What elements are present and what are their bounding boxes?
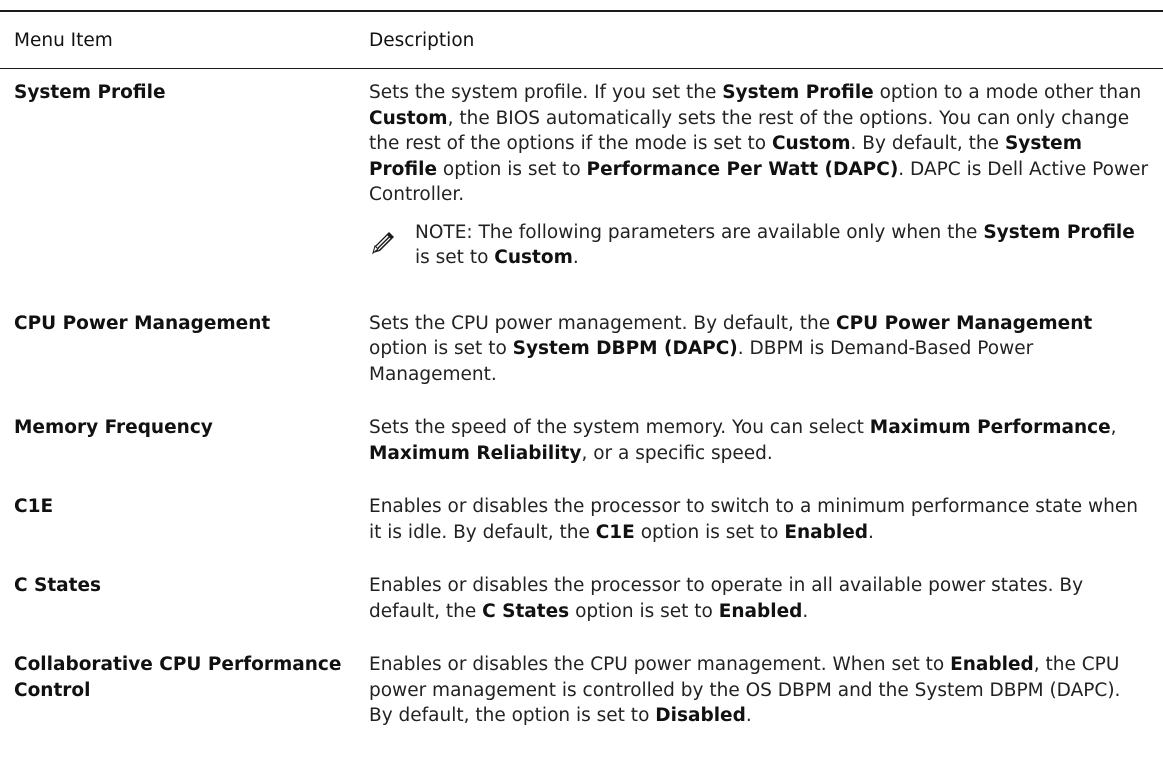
description-text: Sets the CPU power management. By defaul… (369, 312, 1093, 385)
table-row: Collaborative CPU Performance Control En… (0, 652, 1163, 729)
menu-item-c-states: C States (14, 575, 102, 596)
table-header-row: Menu Item Description (0, 12, 1163, 68)
description-text: Enables or disables the processor to swi… (369, 496, 1138, 543)
menu-item-cpu-power-management: CPU Power Management (14, 312, 271, 334)
menu-item-c1e: C1E (14, 496, 54, 517)
description-text: Enables or disables the CPU power manage… (369, 654, 1121, 726)
header-description: Description (369, 29, 475, 51)
description-cell: Sets the system profile. If you set the … (369, 80, 1163, 271)
table-header-rule (0, 68, 1163, 69)
table-row: System Profile Sets the system profile. … (0, 80, 1163, 271)
note-text: NOTE: The following parameters are avail… (415, 221, 1135, 269)
menu-item-system-profile: System Profile (14, 82, 166, 103)
bios-settings-table: Menu Item Description System Profile Set… (0, 10, 1163, 729)
menu-item-memory-frequency: Memory Frequency (14, 417, 213, 438)
table-row: Memory Frequency Sets the speed of the s… (0, 415, 1163, 466)
table-row: C1E Enables or disables the processor to… (0, 494, 1163, 545)
note-block: NOTE: The following parameters are avail… (369, 220, 1149, 271)
description-text: Sets the speed of the system memory. You… (369, 417, 1117, 464)
description-text: Sets the system profile. If you set the … (369, 82, 1149, 205)
menu-item-collaborative-cpu-performance-control: Collaborative CPU Performance Control (14, 654, 342, 701)
table-row: CPU Power Management Sets the CPU power … (0, 311, 1163, 388)
pencil-note-icon (372, 231, 394, 254)
description-text: Enables or disables the processor to ope… (369, 575, 1084, 622)
table-row: C States Enables or disables the process… (0, 573, 1163, 624)
header-menu-item: Menu Item (14, 29, 113, 51)
